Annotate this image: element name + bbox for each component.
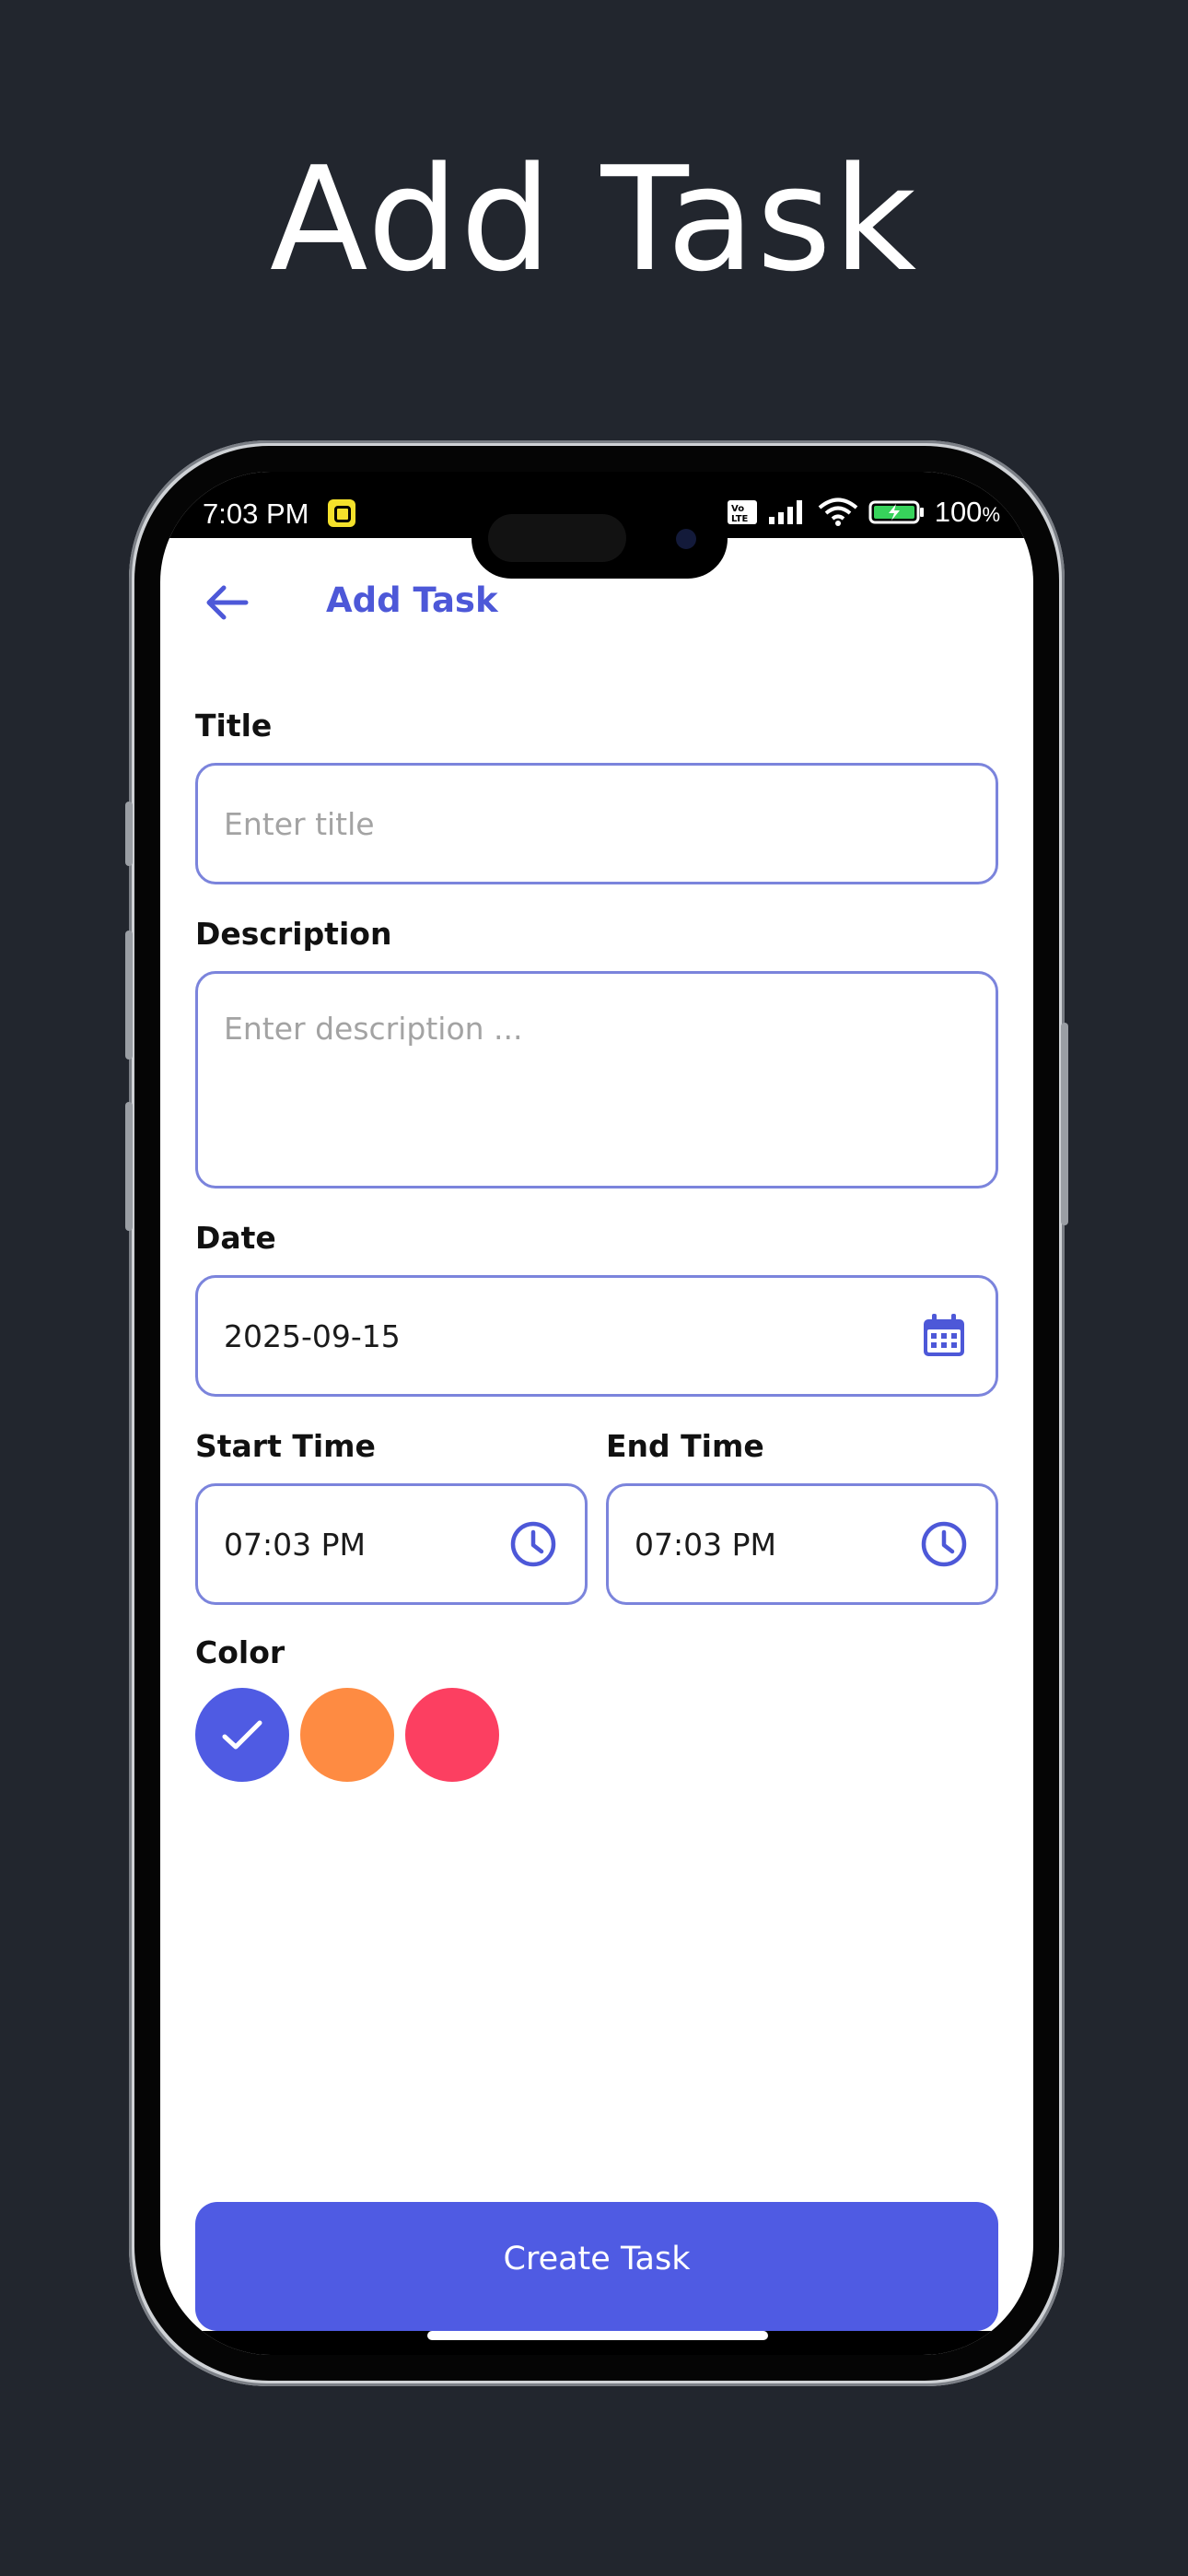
battery-charging-icon <box>868 500 924 524</box>
date-label: Date <box>195 1220 276 1256</box>
home-indicator[interactable] <box>427 2331 768 2340</box>
description-label: Description <box>195 916 392 952</box>
hero-title: Add Task <box>269 135 919 303</box>
start-time-label: Start Time <box>195 1428 376 1464</box>
phone-side-button <box>125 802 133 866</box>
start-time-value: 07:03 PM <box>224 1526 366 1563</box>
color-swatch-orange[interactable] <box>300 1688 394 1782</box>
start-time-field[interactable]: 07:03 PM <box>195 1483 588 1605</box>
phone-volume-down-button <box>125 1102 133 1231</box>
status-time: 7:03 PM <box>203 498 309 530</box>
phone-power-button <box>1061 1023 1068 1225</box>
description-input[interactable] <box>224 1011 961 1167</box>
wifi-icon <box>818 498 857 526</box>
island-sensor <box>488 514 626 562</box>
page-title: Add Task <box>326 580 498 620</box>
clock-icon[interactable] <box>509 1520 557 1568</box>
check-icon <box>222 1720 262 1750</box>
battery-percentage: 100% <box>934 496 1000 528</box>
signal-icon <box>768 500 802 524</box>
svg-text:Vo: Vo <box>731 504 744 514</box>
date-field[interactable]: 2025-09-15 <box>195 1275 998 1397</box>
end-time-value: 07:03 PM <box>635 1526 776 1563</box>
back-button[interactable] <box>197 573 256 632</box>
phone-screen: 7:03 PM Vo LTE 100% Add Task Title Enter… <box>160 472 1033 2355</box>
color-label: Color <box>195 1634 285 1670</box>
clock-icon[interactable] <box>920 1520 968 1568</box>
create-task-button[interactable]: Create Task <box>195 2202 998 2331</box>
volte-icon: Vo LTE <box>727 500 757 524</box>
color-swatch-blue[interactable] <box>195 1688 289 1782</box>
end-time-label: End Time <box>606 1428 764 1464</box>
phone-volume-up-button <box>125 931 133 1060</box>
description-field[interactable] <box>195 971 998 1188</box>
status-right-icons: Vo LTE 100% <box>727 496 1000 529</box>
front-camera <box>676 529 696 549</box>
color-swatch-pink[interactable] <box>405 1688 499 1782</box>
svg-text:LTE: LTE <box>731 514 749 524</box>
end-time-field[interactable]: 07:03 PM <box>606 1483 998 1605</box>
title-input[interactable] <box>224 766 961 882</box>
title-field[interactable] <box>195 763 998 884</box>
calendar-icon[interactable] <box>920 1312 968 1360</box>
title-label: Title <box>195 708 273 744</box>
date-value: 2025-09-15 <box>224 1317 401 1354</box>
arrow-left-icon <box>206 585 249 620</box>
dynamic-island <box>472 499 728 579</box>
instagram-notification-icon <box>328 499 355 527</box>
